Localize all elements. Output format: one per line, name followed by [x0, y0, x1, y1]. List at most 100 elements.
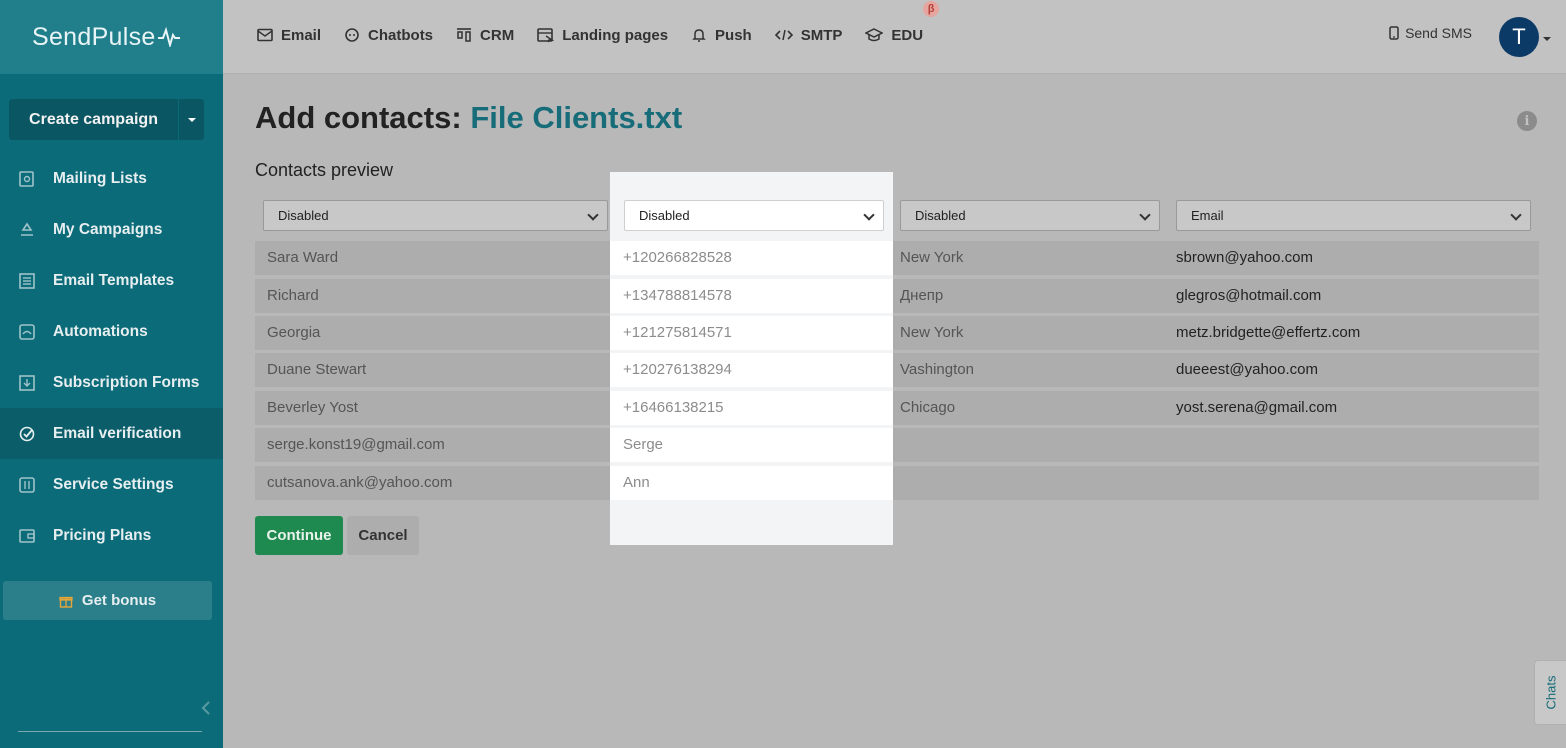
create-campaign-group: Create campaign	[9, 99, 204, 140]
table-row: Richard +134788814578 Днепр glegros@hotm…	[255, 279, 1539, 313]
cancel-button[interactable]: Cancel	[347, 516, 419, 555]
topnav-label: CRM	[480, 27, 514, 44]
info-icon[interactable]: i	[1517, 111, 1537, 131]
table-cell: cutsanova.ank@yahoo.com	[267, 474, 452, 491]
sidebar-item-email-verification[interactable]: Email verification	[0, 408, 223, 459]
sidebar-item-mailing-lists[interactable]: Mailing Lists	[0, 153, 223, 204]
column-select-value: Email	[1191, 208, 1224, 223]
topnav-label: EDU	[891, 27, 923, 44]
sidebar-item-label: Service Settings	[53, 476, 174, 494]
table-cell: +120276138294	[623, 361, 732, 378]
top-nav: Email Chatbots CRM Landing pages Push SM…	[257, 0, 946, 70]
form-icon	[18, 374, 36, 392]
envelope-icon	[257, 28, 273, 42]
table-cell: Sara Ward	[267, 249, 338, 266]
caret-down-icon[interactable]	[1543, 37, 1551, 41]
column-select-1[interactable]: Disabled	[263, 200, 608, 231]
table-cell: +134788814578	[623, 287, 732, 304]
page-title-prefix: Add contacts:	[255, 100, 462, 135]
table-cell: Beverley Yost	[267, 399, 358, 416]
table-row: Duane Stewart +120276138294 Vashington d…	[255, 353, 1539, 387]
sidebar-item-label: Email Templates	[53, 272, 174, 290]
topnav-label: Landing pages	[562, 27, 668, 44]
chevron-down-icon	[863, 209, 874, 220]
sidebar: SendPulse Create campaign Mailing Lists …	[0, 0, 223, 748]
avatar[interactable]: T	[1499, 17, 1539, 57]
collapse-sidebar-icon[interactable]	[200, 700, 212, 716]
topnav-email[interactable]: Email	[257, 27, 321, 44]
page-title-file: File Clients.txt	[470, 100, 682, 135]
column-select-3[interactable]: Disabled	[900, 200, 1160, 231]
column-select-value: Disabled	[915, 208, 966, 223]
table-cell: New York	[900, 249, 963, 266]
table-cell: glegros@hotmail.com	[1176, 287, 1321, 304]
sidebar-item-label: Subscription Forms	[53, 374, 199, 392]
get-bonus-label: Get bonus	[82, 592, 156, 609]
recycle-icon	[18, 221, 36, 239]
pulse-icon	[158, 27, 180, 47]
topnav-push[interactable]: Push	[691, 27, 752, 44]
table-cell: +120266828528	[623, 249, 732, 266]
column-select-value: Disabled	[639, 208, 690, 223]
sidebar-item-pricing-plans[interactable]: Pricing Plans	[0, 510, 223, 561]
sliders-icon	[18, 476, 36, 494]
table-cell: +121275814571	[623, 324, 732, 341]
topnav-label: SMTP	[801, 27, 843, 44]
table-cell: sbrown@yahoo.com	[1176, 249, 1313, 266]
sidebar-item-my-campaigns[interactable]: My Campaigns	[0, 204, 223, 255]
template-icon	[18, 272, 36, 290]
chevron-down-icon	[587, 209, 598, 220]
table-cell: yost.serena@gmail.com	[1176, 399, 1337, 416]
get-bonus-button[interactable]: Get bonus	[3, 581, 212, 620]
table-cell: Richard	[267, 287, 319, 304]
landing-icon	[537, 27, 554, 43]
sidebar-item-service-settings[interactable]: Service Settings	[0, 459, 223, 510]
topnav-label: Push	[715, 27, 752, 44]
table-cell: Chicago	[900, 399, 955, 416]
topnav-label: Email	[281, 27, 321, 44]
sidebar-item-automations[interactable]: Automations	[0, 306, 223, 357]
topnav-smtp[interactable]: SMTP	[775, 27, 843, 44]
chats-tab[interactable]: Chats	[1534, 660, 1566, 725]
chevron-down-icon	[1139, 209, 1150, 220]
caret-down-icon	[188, 118, 196, 122]
send-sms-link[interactable]: Send SMS	[1389, 25, 1472, 41]
table-cell: dueeest@yahoo.com	[1176, 361, 1318, 378]
logo[interactable]: SendPulse	[32, 23, 180, 52]
wallet-icon	[18, 527, 36, 545]
topnav-edu[interactable]: EDU β	[865, 27, 923, 44]
create-campaign-dropdown-toggle[interactable]	[178, 99, 204, 140]
topnav-landing-pages[interactable]: Landing pages	[537, 27, 668, 44]
chevron-down-icon	[1510, 209, 1521, 220]
send-sms-label: Send SMS	[1405, 25, 1472, 41]
column-select-value: Disabled	[278, 208, 329, 223]
topnav-crm[interactable]: CRM	[456, 27, 514, 44]
table-row: serge.konst19@gmail.com Serge	[255, 428, 1539, 462]
continue-button[interactable]: Continue	[255, 516, 343, 555]
table-row: Georgia +121275814571 New York metz.brid…	[255, 316, 1539, 350]
contacts-preview-heading: Contacts preview	[255, 160, 393, 181]
sidebar-item-label: Automations	[53, 323, 148, 341]
sidebar-item-subscription-forms[interactable]: Subscription Forms	[0, 357, 223, 408]
automation-icon	[18, 323, 36, 341]
table-cell: Serge	[623, 436, 663, 453]
gift-icon	[59, 594, 73, 608]
sidebar-item-label: My Campaigns	[53, 221, 162, 239]
logo-area: SendPulse	[0, 0, 223, 74]
page-title: Add contacts: File Clients.txt	[255, 100, 682, 136]
check-circle-icon	[18, 425, 36, 443]
bell-icon	[691, 27, 707, 43]
chat-icon	[344, 27, 360, 43]
beta-badge: β	[923, 1, 939, 17]
table-cell: serge.konst19@gmail.com	[267, 436, 445, 453]
column-select-2[interactable]: Disabled	[624, 200, 884, 231]
table-cell: Ann	[623, 474, 650, 491]
table-cell: Vashington	[900, 361, 974, 378]
create-campaign-button[interactable]: Create campaign	[9, 99, 178, 140]
sidebar-item-email-templates[interactable]: Email Templates	[0, 255, 223, 306]
table-cell: New York	[900, 324, 963, 341]
column-select-4[interactable]: Email	[1176, 200, 1531, 231]
highlight-cell	[610, 466, 893, 500]
topnav-chatbots[interactable]: Chatbots	[344, 27, 433, 44]
sidebar-divider	[18, 731, 202, 732]
